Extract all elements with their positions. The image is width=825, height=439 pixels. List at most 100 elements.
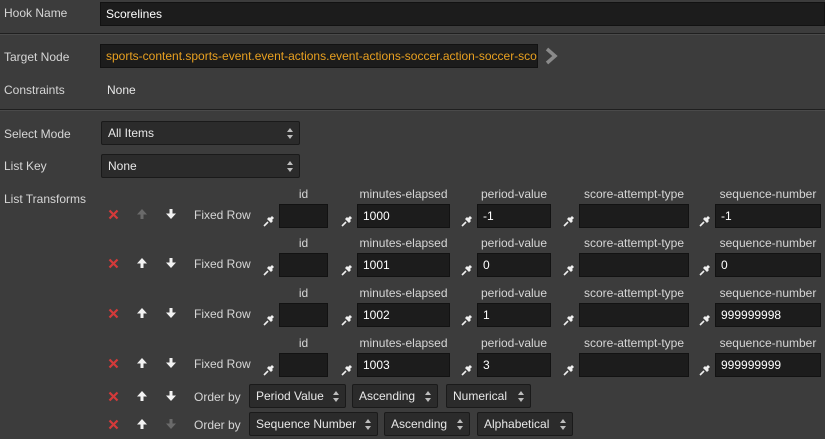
arrow-down-icon[interactable] [165,418,177,430]
chevron-updown-icon [560,417,567,431]
pin-icon[interactable] [562,263,576,277]
pin-icon[interactable] [262,313,276,327]
pin-icon[interactable] [698,363,712,377]
pin-icon[interactable] [262,263,276,277]
pin-icon[interactable] [562,214,576,228]
column-header: minutes-elapsed [359,336,448,350]
constraints-label: Constraints [4,83,65,97]
cell-input[interactable]: 1003 [357,353,450,377]
order-kind-dropdown[interactable]: Alphabetical [477,412,573,436]
cell-input[interactable] [579,204,689,228]
pin-icon[interactable] [562,313,576,327]
pin-icon[interactable] [262,214,276,228]
column-header: id [298,187,309,201]
cell-input[interactable]: 1001 [357,253,450,277]
arrow-up-icon[interactable] [136,357,148,369]
pin-icon[interactable] [340,214,354,228]
arrow-down-icon[interactable] [165,390,177,402]
dropdown-value: Ascending [391,417,448,431]
column-header: id [298,236,309,250]
arrow-down-icon[interactable] [165,357,177,369]
cell-input[interactable] [579,253,689,277]
close-icon[interactable] [108,358,119,369]
pin-icon[interactable] [698,214,712,228]
chevron-right-icon[interactable] [542,47,560,65]
order-field-dropdown[interactable]: Sequence Number [249,412,378,436]
cell-input[interactable] [279,303,328,327]
chevron-updown-icon [365,417,372,431]
chevron-updown-icon [287,159,294,173]
close-icon[interactable] [108,391,119,402]
arrow-up-icon[interactable] [136,390,148,402]
arrow-down-icon[interactable] [165,257,177,269]
cell-input[interactable] [279,253,328,277]
cell-input[interactable] [579,303,689,327]
hook-name-input[interactable]: Scorelines [100,2,825,26]
cell-input[interactable]: 0 [715,253,821,277]
column-header: minutes-elapsed [359,236,448,250]
order-direction-dropdown[interactable]: Ascending [352,384,438,408]
cell-input[interactable]: 1002 [357,303,450,327]
close-icon[interactable] [108,209,119,220]
cell-input[interactable]: 999999999 [715,353,821,377]
order-direction-dropdown[interactable]: Ascending [384,412,470,436]
column-header: sequence-number [719,236,817,250]
column-header: minutes-elapsed [359,286,448,300]
pin-icon[interactable] [460,313,474,327]
chevron-updown-icon [287,126,294,140]
dropdown-value: Sequence Number [256,417,357,431]
pin-icon[interactable] [698,263,712,277]
arrow-up-icon[interactable] [136,208,148,220]
column-header: period-value [480,286,548,300]
target-node-label: Target Node [4,50,70,64]
arrow-down-icon[interactable] [165,307,177,319]
cell-input[interactable] [579,353,689,377]
pin-icon[interactable] [262,363,276,377]
cell-input[interactable]: 999999998 [715,303,821,327]
dropdown-value: Numerical [453,389,508,403]
close-icon[interactable] [108,308,119,319]
row-type-label: Fixed Row [194,307,251,321]
chevron-updown-icon [457,417,464,431]
cell-input[interactable] [279,204,328,228]
dropdown-value: Alphabetical [484,417,550,431]
pin-icon[interactable] [460,214,474,228]
pin-icon[interactable] [340,363,354,377]
pin-icon[interactable] [562,363,576,377]
divider [0,109,825,111]
column-header: sequence-number [719,187,817,201]
order-by-label: Order by [194,418,241,432]
cell-input[interactable] [279,353,328,377]
cell-input[interactable]: 0 [477,253,551,277]
column-header: score-attempt-type [583,236,685,250]
order-kind-dropdown[interactable]: Numerical [446,384,531,408]
list-key-dropdown[interactable]: None [101,154,300,178]
pin-icon[interactable] [698,313,712,327]
cell-input[interactable]: -1 [477,204,551,228]
chevron-updown-icon [518,389,525,403]
list-key-value: None [108,159,137,173]
pin-icon[interactable] [340,263,354,277]
close-icon[interactable] [108,419,119,430]
select-mode-dropdown[interactable]: All Items [101,121,300,145]
row-type-label: Fixed Row [194,257,251,271]
close-icon[interactable] [108,258,119,269]
list-key-label: List Key [4,159,47,173]
arrow-up-icon[interactable] [136,418,148,430]
pin-icon[interactable] [460,263,474,277]
target-node-input[interactable]: sports-content.sports-event.event-action… [100,44,538,68]
cell-input[interactable]: 3 [477,353,551,377]
pin-icon[interactable] [340,313,354,327]
select-mode-value: All Items [108,126,155,140]
pin-icon[interactable] [460,363,474,377]
column-header: minutes-elapsed [359,187,448,201]
list-transforms-label: List Transforms [4,192,87,206]
order-field-dropdown[interactable]: Period Value [249,384,346,408]
arrow-down-icon[interactable] [165,208,177,220]
column-header: sequence-number [719,336,817,350]
cell-input[interactable]: -1 [715,204,821,228]
arrow-up-icon[interactable] [136,257,148,269]
cell-input[interactable]: 1000 [357,204,450,228]
cell-input[interactable]: 1 [477,303,551,327]
arrow-up-icon[interactable] [136,307,148,319]
